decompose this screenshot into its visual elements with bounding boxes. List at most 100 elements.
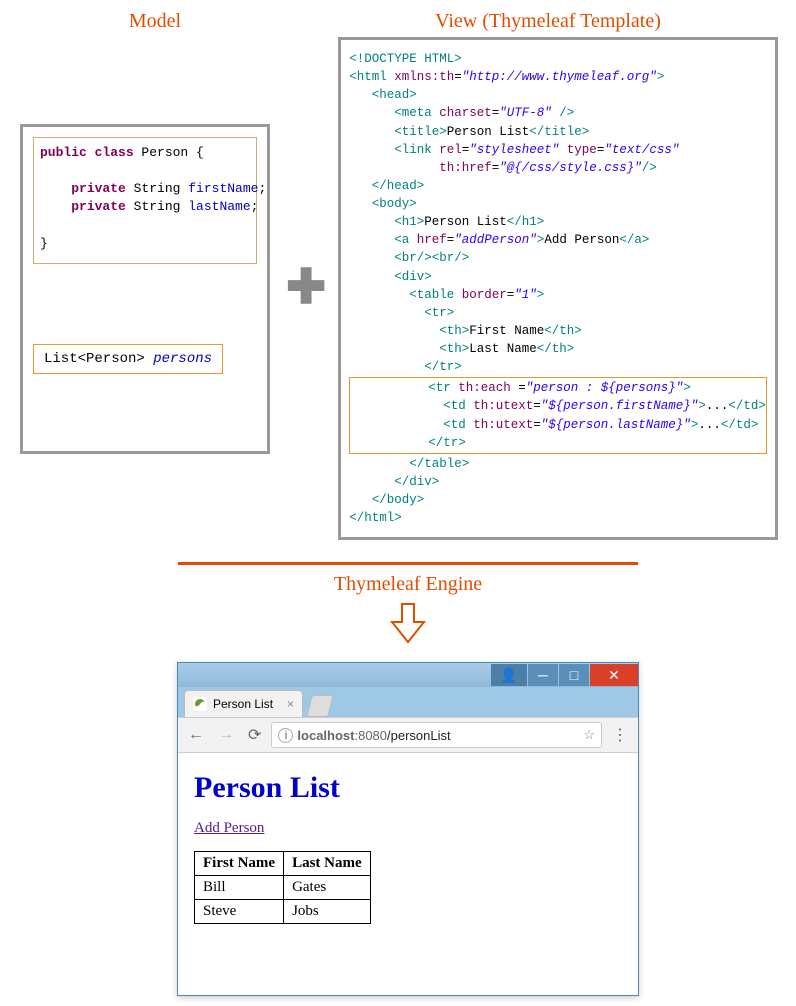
browser-tab[interactable]: Person List ×	[184, 690, 303, 717]
t: <a	[394, 233, 409, 247]
t: </th>	[537, 342, 575, 356]
var-persons: persons	[153, 351, 212, 367]
t: <h1>	[394, 215, 424, 229]
text: }	[40, 236, 48, 251]
t: </table>	[409, 457, 469, 471]
t: </tr>	[424, 360, 462, 374]
reload-button[interactable]: ⟳	[244, 725, 265, 745]
t: <meta	[394, 106, 432, 120]
new-tab-button[interactable]	[306, 695, 333, 717]
t: </td>	[721, 418, 759, 432]
t: :8080	[354, 728, 387, 743]
t: border	[454, 288, 507, 302]
list-expression: List<Person> persons	[33, 344, 223, 374]
field-firstname: firstName	[188, 181, 258, 196]
table-row: Bill Gates	[195, 876, 371, 900]
url-input[interactable]: i localhost:8080/personList ☆	[271, 722, 602, 748]
t: >	[657, 70, 665, 84]
text: ;	[251, 199, 259, 214]
model-code: public class Person { private String fir…	[33, 137, 257, 264]
t: th:href	[439, 161, 492, 175]
t: xmlns:th	[387, 70, 455, 84]
t: =	[518, 381, 526, 395]
t: rel	[432, 143, 462, 157]
t: </title>	[529, 125, 589, 139]
close-button[interactable]: ✕	[590, 664, 638, 686]
browser-window: 👤 ─ □ ✕ Person List × ← → ⟳ i localhost:…	[177, 662, 639, 996]
t: <html	[349, 70, 387, 84]
t: >	[698, 399, 706, 413]
col-first-name: First Name	[195, 852, 284, 876]
t: <td	[443, 418, 466, 432]
user-icon[interactable]: 👤	[491, 664, 527, 686]
person-table: First Name Last Name Bill Gates Steve Jo…	[194, 851, 371, 924]
arrow-down-icon	[388, 602, 428, 646]
tab-close-icon[interactable]: ×	[287, 697, 294, 711]
add-person-link[interactable]: Add Person	[194, 820, 264, 836]
t: Person List	[447, 125, 530, 139]
t: th:each	[451, 381, 519, 395]
back-button[interactable]: ←	[184, 726, 208, 744]
t: </body>	[372, 493, 425, 507]
star-icon[interactable]: ☆	[583, 727, 595, 743]
tab-bar: Person List ×	[178, 687, 638, 717]
t: <div>	[394, 270, 432, 284]
text: Person {	[134, 145, 204, 160]
t: localhost	[297, 728, 354, 743]
t: "addPerson"	[454, 233, 537, 247]
t: Add Person	[544, 233, 619, 247]
page-title: Person List	[194, 771, 622, 805]
t: >	[537, 288, 545, 302]
t: Person List	[424, 215, 507, 229]
url-bar: ← → ⟳ i localhost:8080/personList ☆ ⋮	[178, 717, 638, 753]
forward-button[interactable]: →	[214, 726, 238, 744]
t: >	[683, 381, 691, 395]
t: th:utext	[466, 399, 534, 413]
t: "@{/css/style.css}"	[499, 161, 642, 175]
t: First Name	[469, 324, 544, 338]
t: href	[409, 233, 447, 247]
menu-button[interactable]: ⋮	[608, 725, 632, 745]
t: charset	[432, 106, 492, 120]
minimize-button[interactable]: ─	[528, 664, 558, 686]
t: </h1>	[507, 215, 545, 229]
t: "1"	[514, 288, 537, 302]
t: "http://www.thymeleaf.org"	[462, 70, 657, 84]
t: <br/><br/>	[394, 251, 469, 265]
maximize-button[interactable]: □	[559, 664, 589, 686]
t: <th>	[439, 342, 469, 356]
t: Last Name	[469, 342, 537, 356]
table-header-row: First Name Last Name	[195, 852, 371, 876]
table-row: Steve Jobs	[195, 900, 371, 924]
text: List<Person>	[44, 351, 153, 367]
info-icon: i	[278, 728, 293, 743]
kw-public-class: public class	[40, 145, 134, 160]
text: ;	[258, 181, 266, 196]
kw-private: private	[71, 181, 126, 196]
t: <!DOCTYPE HTML>	[349, 52, 462, 66]
t: "person : ${persons}"	[526, 381, 684, 395]
t: <head>	[372, 88, 417, 102]
field-lastname: lastName	[188, 199, 250, 214]
t: =	[454, 70, 462, 84]
labels-row: Model View (Thymeleaf Template)	[10, 10, 796, 33]
label-view: View (Thymeleaf Template)	[290, 10, 796, 33]
cell-last: Jobs	[284, 900, 371, 924]
label-model: Model	[20, 10, 290, 33]
t: </th>	[544, 324, 582, 338]
t: th:utext	[466, 418, 534, 432]
t: ...	[706, 399, 729, 413]
cell-last: Gates	[284, 876, 371, 900]
url-host: localhost:8080	[297, 728, 387, 743]
tab-title: Person List	[213, 697, 273, 711]
template-code: <!DOCTYPE HTML> <html xmlns:th="http://w…	[349, 50, 767, 527]
t: <th>	[439, 324, 469, 338]
model-box: public class Person { private String fir…	[20, 124, 270, 454]
t: "text/css"	[604, 143, 679, 157]
label-engine: Thymeleaf Engine	[10, 573, 796, 596]
titlebar: 👤 ─ □ ✕	[178, 663, 638, 687]
t: =	[533, 399, 541, 413]
t: </div>	[394, 475, 439, 489]
t: =	[533, 418, 541, 432]
t: <link	[394, 143, 432, 157]
